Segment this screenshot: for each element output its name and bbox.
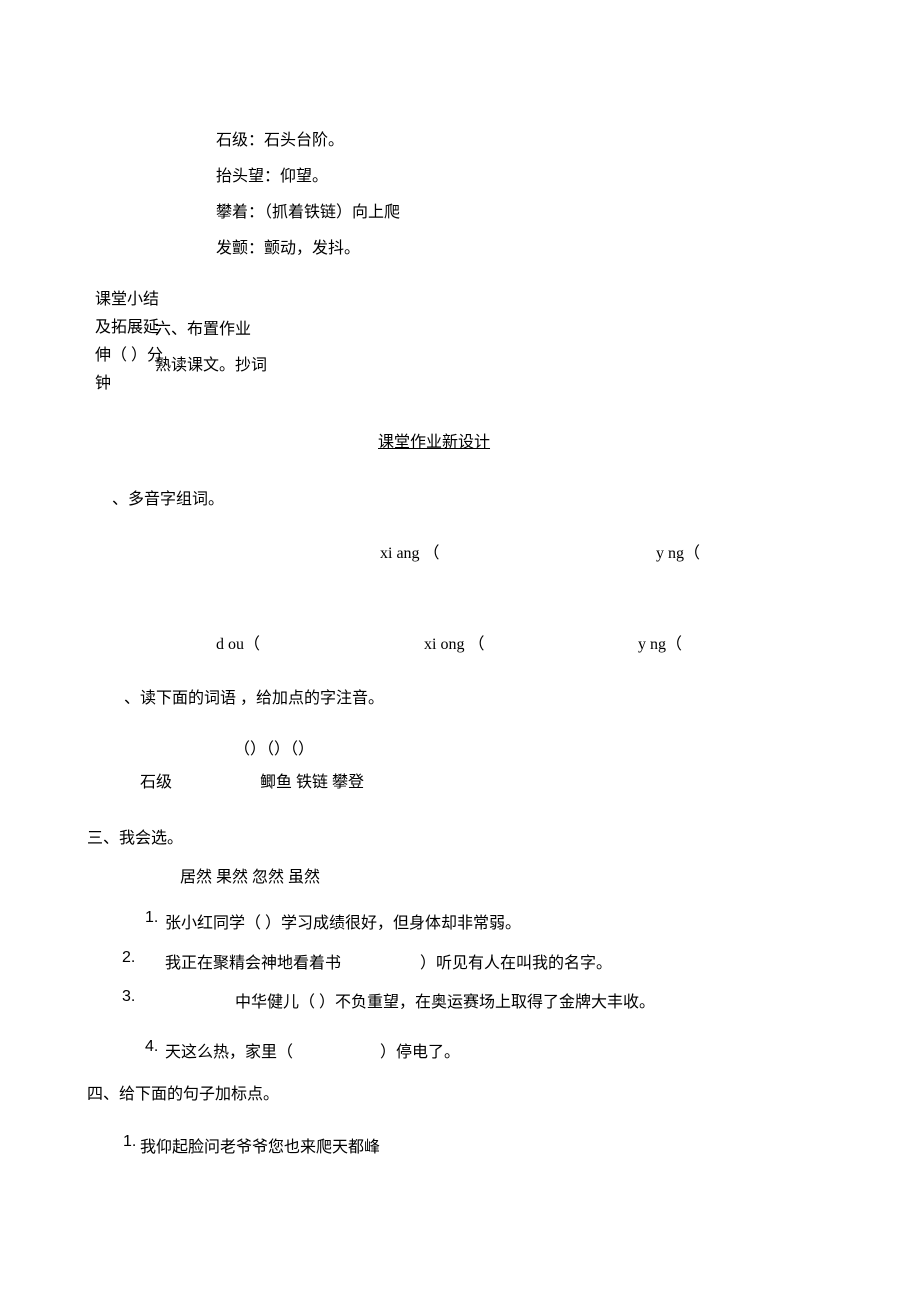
word-items: 鲫鱼 铁链 攀登 [260,768,364,792]
section2-header: 、读下面的词语 ，给加点的字注音。 [124,684,384,708]
question-number: 3. [122,988,135,1006]
summary-line: 伸（ ）分 [95,342,163,370]
choice-words: 居然 果然 忽然 虽然 [180,863,320,887]
section1-header: 、多音字组词。 [112,485,224,509]
question-number: 4. [145,1038,158,1056]
assignment-content: 熟读课文。抄词 [155,348,267,384]
definition-line: 攀着：（抓着铁链）向上爬 [216,195,400,231]
word-item: 石级 [140,768,172,792]
summary-line: 钟 [95,370,163,398]
definition-line: 抬头望：仰望。 [216,159,400,195]
parens-row: （）（）（） [234,735,314,759]
worksheet-title: 课堂作业新设计 [378,428,490,452]
assignment-title: 六、布置作业 [155,312,267,348]
definition-line: 石级：石头台阶。 [216,123,400,159]
question-number: 2. [122,949,135,967]
question-text: ）听见有人在叫我的名字。 [420,949,612,973]
definitions-block: 石级：石头台阶。 抬头望：仰望。 攀着：（抓着铁链）向上爬 发颤：颤动，发抖。 [216,123,400,267]
summary-line: 及拓展延 [95,314,163,342]
summary-label: 课堂小结 及拓展延 伸（ ）分 钟 [95,286,163,398]
assignment-block: 六、布置作业 熟读课文。抄词 [155,312,267,384]
question-text: 我正在聚精会神地看着书 [165,949,341,973]
section3-header: 三、我会选。 [87,824,183,848]
question-number: 1. [123,1133,136,1151]
question-text: 张小红同学（ ）学习成绩很好，但身体却非常弱。 [165,909,521,933]
pinyin-entry: d ou（ [216,630,260,654]
question-text: ）停电了。 [380,1038,460,1062]
definition-line: 发颤：颤动，发抖。 [216,231,400,267]
pinyin-entry: y ng（ [638,630,682,654]
section4-header: 四、给下面的句子加标点。 [87,1080,279,1104]
question-text: 天这么热，家里（ [165,1038,293,1062]
pinyin-entry: xi ong （ [424,630,484,654]
summary-line: 课堂小结 [95,286,163,314]
pinyin-entry: xi ang （ [380,539,440,563]
question-text: 我仰起脸问老爷爷您也来爬天都峰 [140,1133,380,1157]
pinyin-entry: y ng（ [656,539,700,563]
question-number: 1. [145,909,158,927]
question-text: 中华健儿（ ）不负重望，在奥运赛场上取得了金牌大丰收。 [235,988,655,1012]
